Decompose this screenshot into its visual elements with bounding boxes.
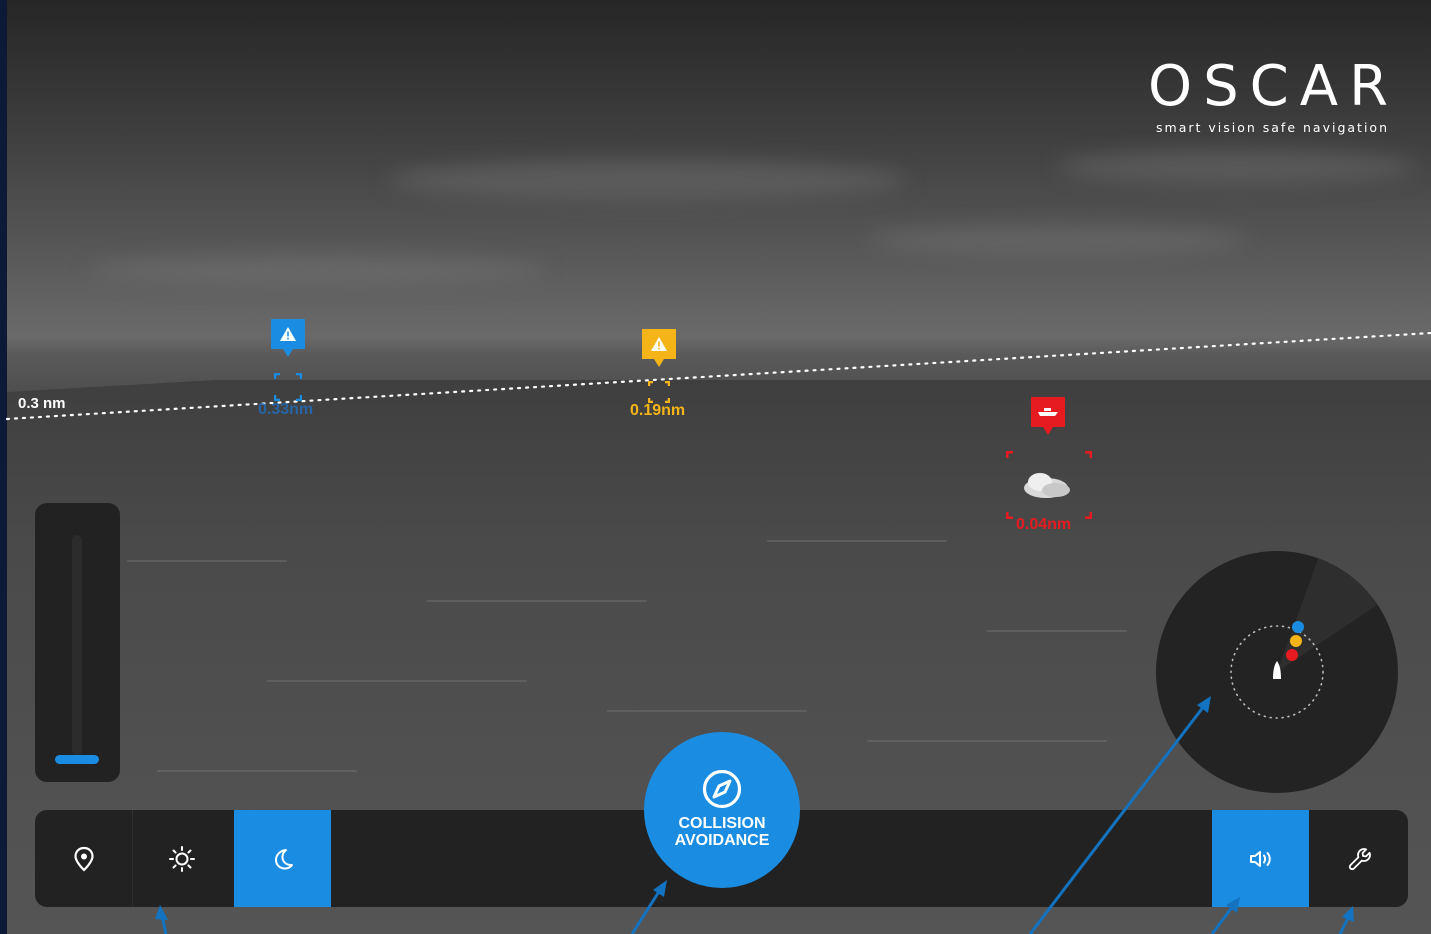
target-bracket-yellow <box>648 381 670 403</box>
location-button[interactable] <box>35 810 132 907</box>
day-mode-button[interactable] <box>133 810 230 907</box>
sound-button[interactable] <box>1212 810 1309 907</box>
settings-button[interactable] <box>1311 810 1408 907</box>
compass-icon <box>702 769 742 809</box>
zoom-slider-thumb[interactable] <box>55 755 99 764</box>
horizon-range-label: 0.3 nm <box>18 395 66 412</box>
cloud <box>1057 150 1417 184</box>
warning-icon <box>651 337 667 351</box>
location-pin-icon <box>73 846 94 872</box>
moon-icon <box>274 848 293 869</box>
target-range-blue: 0.33nm <box>258 401 314 418</box>
oscar-logo: OSCAR smart vision safe navigation <box>1148 58 1389 136</box>
cloud <box>867 225 1247 255</box>
radar-contact-yellow <box>1290 635 1302 647</box>
radar-display <box>1230 551 1398 719</box>
hazard-marker-yellow[interactable] <box>642 329 676 367</box>
night-mode-button[interactable] <box>234 810 331 907</box>
collision-label-line2: AVOIDANCE <box>674 832 770 849</box>
sun-icon <box>168 845 195 872</box>
logo-tagline: smart vision safe navigation <box>1156 120 1389 135</box>
collision-avoidance-button[interactable]: COLLISION AVOIDANCE <box>644 732 800 888</box>
zoom-track[interactable] <box>72 535 82 755</box>
target-range-red: 0.04nm <box>1016 516 1072 533</box>
collision-label-line1: COLLISION <box>678 815 766 832</box>
target-bracket-blue <box>274 373 302 401</box>
warning-icon <box>280 327 296 341</box>
cloud <box>387 160 907 200</box>
own-ship-icon <box>1273 661 1281 679</box>
boat-icon <box>1038 408 1058 416</box>
target-range-yellow: 0.19nm <box>630 402 686 419</box>
cloud <box>87 255 547 285</box>
radar-contact-blue <box>1292 621 1304 633</box>
speaker-icon <box>1249 850 1271 867</box>
vessel-marker-red[interactable] <box>1031 397 1065 435</box>
zoom-slider[interactable] <box>35 503 120 782</box>
logo-wordmark: OSCAR <box>1148 54 1399 119</box>
target-bracket-red <box>1006 451 1092 519</box>
wrench-icon <box>1348 847 1371 870</box>
radar-minimap[interactable] <box>1156 551 1398 793</box>
hazard-marker-blue[interactable] <box>271 319 305 357</box>
collision-avoidance-label: COLLISION AVOIDANCE <box>644 815 800 849</box>
radar-contact-red <box>1286 649 1298 661</box>
